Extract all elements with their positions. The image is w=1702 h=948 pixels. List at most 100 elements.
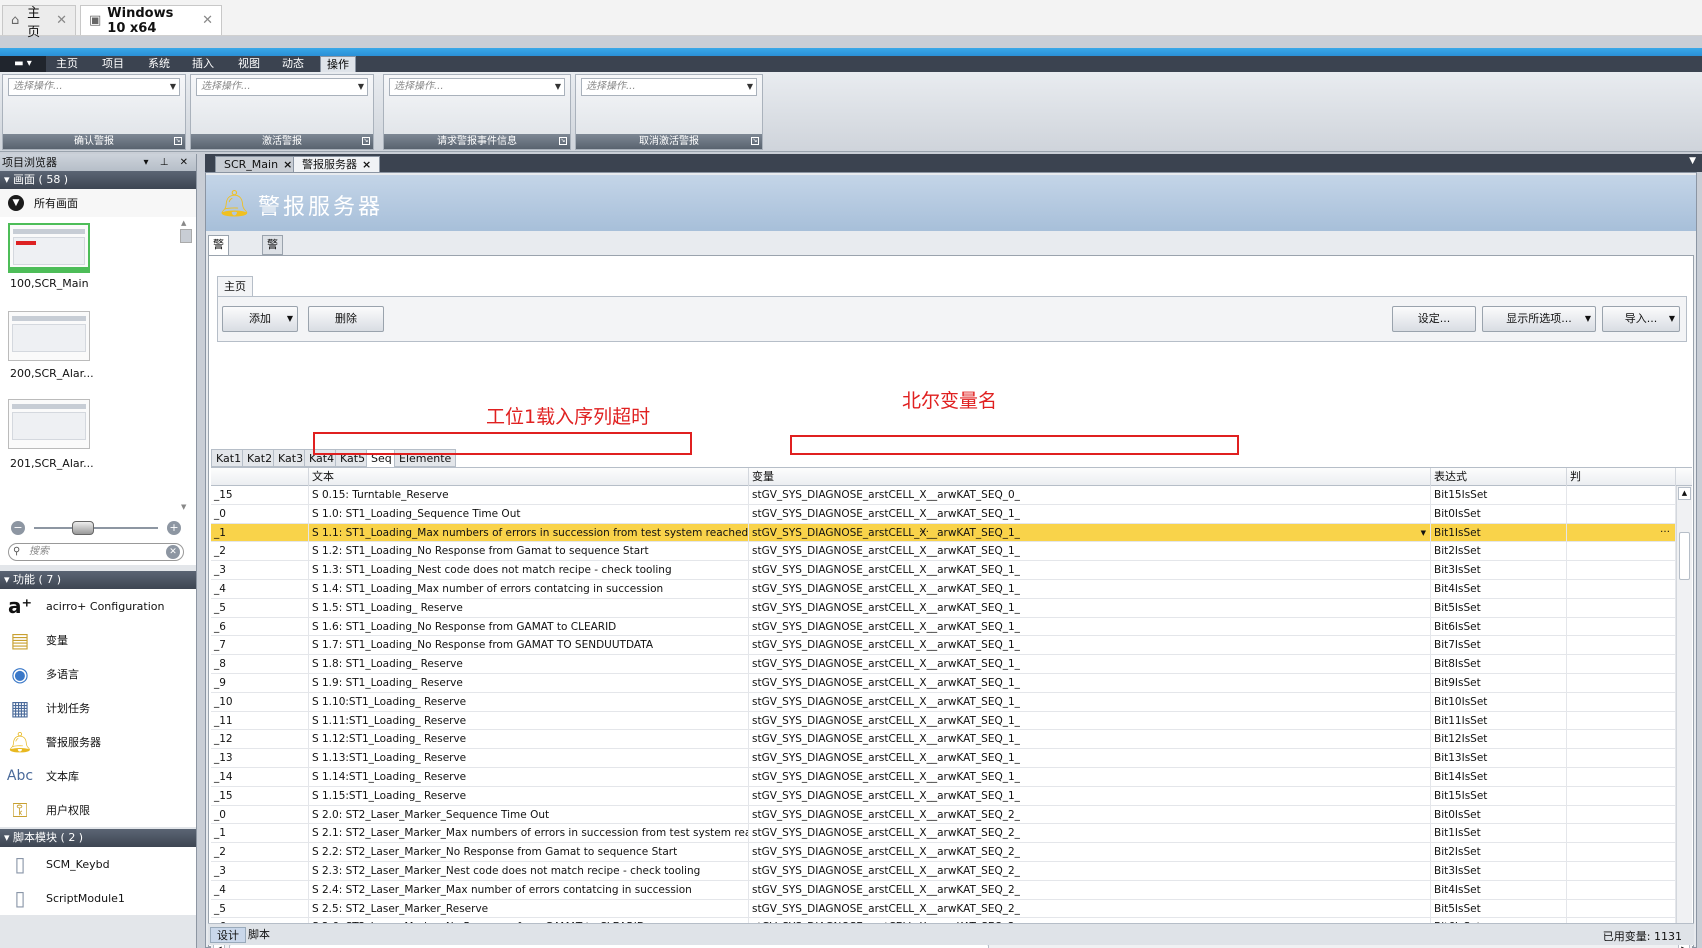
add-button[interactable]: 添加 ▼ — [222, 306, 298, 332]
cell-id[interactable]: _9 — [211, 674, 309, 693]
cell-judge[interactable] — [1567, 655, 1676, 674]
search-input[interactable]: 搜索 — [8, 543, 184, 561]
cell-judge[interactable] — [1567, 711, 1676, 731]
cell-variable[interactable]: stGV_SYS_DIAGNOSE_arstCELL_X__arwKAT_SEQ… — [749, 824, 1431, 844]
cell-judge[interactable] — [1567, 880, 1676, 900]
cell-variable[interactable]: stGV_SYS_DIAGNOSE_arstCELL_X__arwKAT_SEQ… — [749, 561, 1431, 580]
cell-judge[interactable] — [1567, 899, 1676, 919]
cell-text[interactable]: S 1.4: ST1_Loading_Max number of errors … — [309, 580, 749, 599]
functions-section-header[interactable]: ▾ 功能 ( 7 ) — [0, 571, 196, 589]
scroll-up-icon[interactable]: ▲ — [1678, 487, 1691, 500]
cell-judge[interactable] — [1567, 692, 1676, 712]
cell-id[interactable]: _15 — [211, 786, 309, 806]
function-item-user-rights[interactable]: ⚿ 用户权限 — [0, 793, 196, 827]
cell-expression[interactable]: Bit13IsSet — [1431, 749, 1567, 768]
cell-text[interactable]: S 2.1: ST2_Laser_Marker_Max numbers of e… — [309, 824, 749, 844]
table-row[interactable]: _4 S 1.4: ST1_Loading_Max number of error… — [211, 580, 1676, 599]
cell-judge[interactable] — [1567, 542, 1676, 562]
cell-id[interactable]: _0 — [211, 504, 309, 524]
screens-section-header[interactable]: ▾ 画面 ( 58 ) — [0, 171, 196, 189]
cell-id[interactable]: _13 — [211, 749, 309, 768]
cell-variable[interactable]: stGV_SYS_DIAGNOSE_arstCELL_X__arwKAT_SEQ… — [749, 805, 1431, 825]
cell-expression[interactable]: Bit4IsSet — [1431, 580, 1567, 599]
clear-icon[interactable]: ✕ — [166, 545, 180, 559]
cell-id[interactable]: _4 — [211, 580, 309, 599]
cell-id[interactable]: _0 — [211, 805, 309, 825]
cell-text[interactable]: S 1.1: ST1_Loading_Max numbers of errors… — [309, 523, 749, 543]
settings-button[interactable]: 设定... — [1392, 306, 1476, 332]
vm-tab-windows[interactable]: ▣ Windows 10 x64 ✕ — [80, 5, 222, 36]
chevron-down-icon[interactable]: ▼ — [1689, 156, 1696, 166]
cell-text[interactable]: S 1.10:ST1_Loading_ Reserve — [309, 692, 749, 712]
cell-judge[interactable] — [1567, 805, 1676, 825]
cell-text[interactable]: S 2.0: ST2_Laser_Marker_Sequence Time Ou… — [309, 805, 749, 825]
table-row[interactable]: _0 S 1.0: ST1_Loading_Sequence Time Out st… — [211, 504, 1676, 524]
cell-id[interactable]: _5 — [211, 899, 309, 919]
screen-thumbnail[interactable] — [8, 223, 90, 273]
cell-judge[interactable] — [1567, 824, 1676, 844]
cell-variable[interactable]: stGV_SYS_DIAGNOSE_arstCELL_X__arwKAT_SEQ… — [749, 730, 1431, 750]
cell-text[interactable]: S 1.6: ST1_Loading_No Response from GAMA… — [309, 617, 749, 637]
all-screens-item[interactable]: ▼ 所有画面 — [0, 189, 196, 217]
table-row[interactable]: _7 S 1.7: ST1_Loading_No Response from GA… — [211, 636, 1676, 656]
cell-id[interactable]: _4 — [211, 880, 309, 900]
cell-judge[interactable] — [1567, 768, 1676, 787]
cell-text[interactable]: S 1.14:ST1_Loading_ Reserve — [309, 768, 749, 787]
table-row[interactable]: _0 S 2.0: ST2_Laser_Marker_Sequence Time … — [211, 805, 1676, 825]
dialog-launcher-icon[interactable]: ↘ — [751, 137, 759, 145]
cell-variable[interactable]: stGV_SYS_DIAGNOSE_arstCELL_X__arwKAT_SEQ… — [749, 786, 1431, 806]
cell-text[interactable]: S 1.2: ST1_Loading_No Response from Gama… — [309, 542, 749, 562]
cell-expression[interactable]: Bit10IsSet — [1431, 692, 1567, 712]
cell-id[interactable]: _2 — [211, 843, 309, 862]
screen-thumbnail[interactable] — [8, 311, 90, 361]
table-row[interactable]: _13 S 1.13:ST1_Loading_ Reserve stGV_SYS_D… — [211, 749, 1676, 768]
table-row[interactable]: _12 S 1.12:ST1_Loading_ Reserve stGV_SYS_D… — [211, 730, 1676, 750]
cell-expression[interactable]: Bit0IsSet — [1431, 805, 1567, 825]
cell-variable[interactable]: stGV_SYS_DIAGNOSE_arstCELL_X__arwKAT_SEQ… — [749, 580, 1431, 599]
cell-judge[interactable] — [1567, 580, 1676, 599]
cell-expression[interactable]: Bit1IsSet — [1431, 824, 1567, 844]
cell-text[interactable]: S 1.8: ST1_Loading_ Reserve — [309, 655, 749, 674]
column-header-expression[interactable]: 表达式 — [1431, 468, 1567, 486]
close-icon[interactable]: × — [362, 158, 371, 171]
cell-variable[interactable]: stGV_SYS_DIAGNOSE_arstCELL_X__arwKAT_SEQ… — [749, 523, 1431, 543]
cell-expression[interactable]: Bit14IsSet — [1431, 768, 1567, 787]
cell-text[interactable]: S 1.9: ST1_Loading_ Reserve — [309, 674, 749, 693]
script-item[interactable]: ▯ ScriptModule1 — [0, 881, 196, 915]
close-icon[interactable]: ✕ — [202, 13, 213, 28]
cell-judge[interactable] — [1567, 786, 1676, 806]
cell-text[interactable]: S 2.3: ST2_Laser_Marker_Nest code does n… — [309, 862, 749, 881]
cell-text[interactable]: S 1.3: ST1_Loading_Nest code does not ma… — [309, 561, 749, 580]
cell-variable[interactable]: stGV_SYS_DIAGNOSE_arstCELL_X__arwKAT_SEQ… — [749, 655, 1431, 674]
zoom-slider-handle[interactable] — [72, 521, 94, 535]
dialog-launcher-icon[interactable]: ↘ — [559, 137, 567, 145]
panel-tab-home[interactable]: 主页 — [217, 276, 253, 296]
column-header-id[interactable] — [211, 468, 309, 486]
grid-vertical-scrollbar[interactable]: ▲ ▼ — [1676, 486, 1692, 941]
zoom-out-icon[interactable]: − — [11, 521, 25, 535]
cell-id[interactable]: _1 — [211, 824, 309, 844]
cell-expression[interactable]: Bit15IsSet — [1431, 486, 1567, 505]
cell-judge[interactable] — [1567, 674, 1676, 693]
cell-expression[interactable]: Bit8IsSet — [1431, 655, 1567, 674]
dialog-launcher-icon[interactable]: ↘ — [362, 137, 370, 145]
table-row[interactable]: _14 S 1.14:ST1_Loading_ Reserve stGV_SYS_D… — [211, 768, 1676, 787]
import-button[interactable]: 导入... ▼ — [1602, 306, 1680, 332]
cell-variable[interactable]: stGV_SYS_DIAGNOSE_arstCELL_X__arwKAT_SEQ… — [749, 486, 1431, 505]
cell-expression[interactable]: Bit6IsSet — [1431, 617, 1567, 637]
cell-expression[interactable]: Bit12IsSet — [1431, 730, 1567, 750]
scroll-thumb[interactable] — [1679, 532, 1690, 580]
table-row[interactable]: _4 S 2.4: ST2_Laser_Marker_Max number of … — [211, 880, 1676, 900]
cell-judge[interactable] — [1567, 749, 1676, 768]
app-menu-button[interactable]: ▬ ▾ — [0, 56, 46, 72]
ellipsis-icon[interactable]: … — [1660, 521, 1670, 538]
cell-text[interactable]: S 1.11:ST1_Loading_ Reserve — [309, 711, 749, 731]
table-row[interactable]: _3 S 2.3: ST2_Laser_Marker_Nest code does… — [211, 862, 1676, 881]
cell-variable[interactable]: stGV_SYS_DIAGNOSE_arstCELL_X__arwKAT_SEQ… — [749, 617, 1431, 637]
cell-variable[interactable]: stGV_SYS_DIAGNOSE_arstCELL_X__arwKAT_SEQ… — [749, 843, 1431, 862]
cell-text[interactable]: S 1.12:ST1_Loading_ Reserve — [309, 730, 749, 750]
screen-thumbnail[interactable] — [8, 399, 90, 449]
cell-text[interactable]: S 1.15:ST1_Loading_ Reserve — [309, 786, 749, 806]
tab-kat3[interactable]: Kat3 — [273, 449, 309, 467]
delete-button[interactable]: 删除 — [308, 306, 384, 332]
